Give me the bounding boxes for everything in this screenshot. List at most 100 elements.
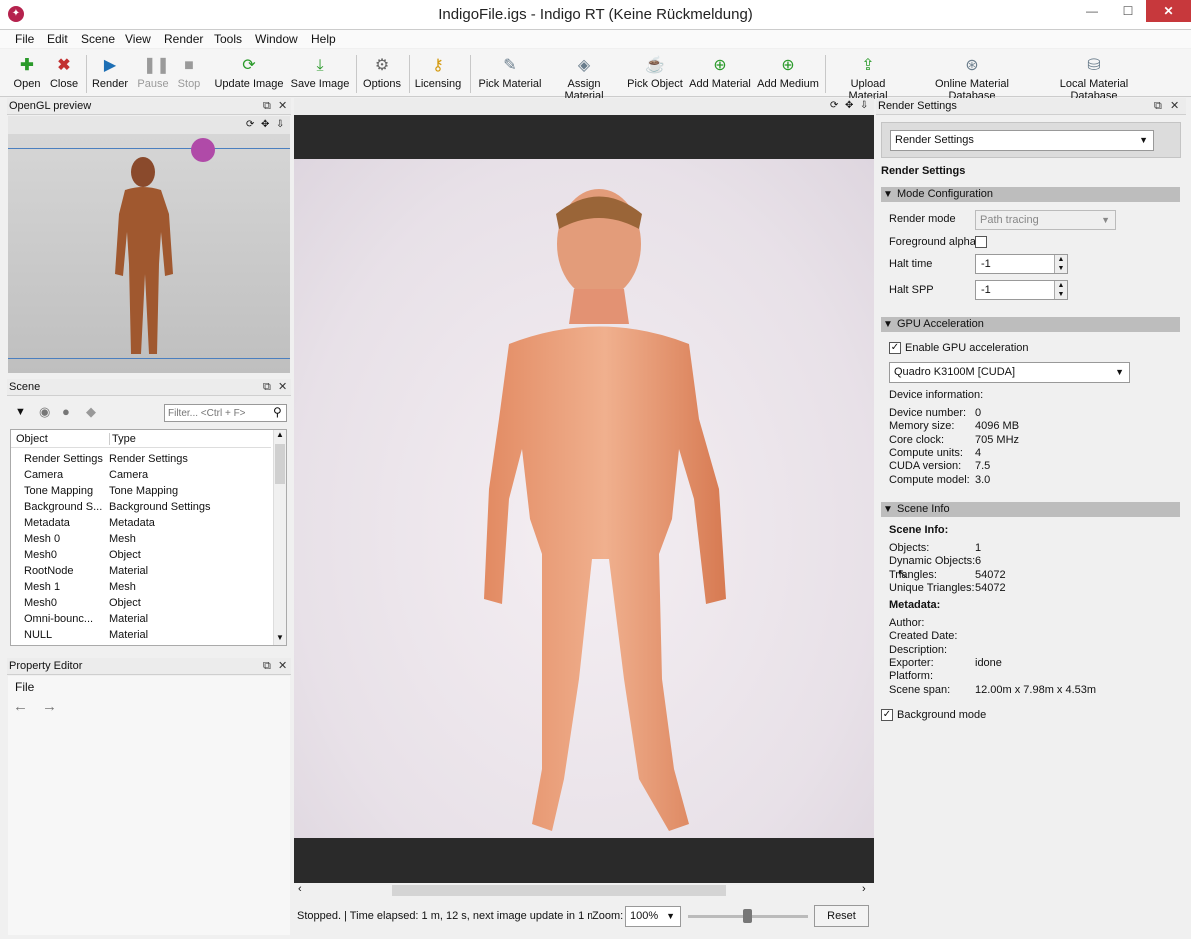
pick-object-button[interactable]: ☕ Pick Object (626, 53, 684, 95)
camera-icon[interactable]: ◉ (39, 404, 50, 420)
reset-button[interactable]: Reset (814, 905, 869, 927)
tree-row[interactable]: RootNode Material (24, 563, 272, 579)
tree-scrollbar[interactable]: ▲ ▼ (273, 430, 286, 645)
render-horizontal-scrollbar[interactable]: ‹ › (294, 883, 874, 898)
render-button[interactable]: ▶ Render (90, 53, 130, 95)
menu-render[interactable]: Render (164, 32, 203, 46)
add-material-icon: ⊕ (713, 57, 727, 74)
scroll-up-icon[interactable]: ▲ (276, 430, 284, 439)
pick-material-button[interactable]: ✎ Pick Material (478, 53, 542, 95)
column-type[interactable]: Type (109, 433, 136, 445)
scroll-thumb[interactable] (392, 885, 726, 896)
gpu-acceleration-section[interactable]: GPU Acceleration (881, 317, 1180, 332)
background-mode-checkbox[interactable]: ✓ (881, 709, 893, 721)
pause-label: Pause (137, 78, 169, 90)
zoom-icon[interactable]: ⇩ (860, 100, 868, 111)
zoom-icon[interactable]: ⇩ (276, 119, 284, 130)
scroll-right-icon[interactable]: › (862, 883, 866, 895)
minimize-button[interactable]: — (1074, 0, 1110, 22)
close-panel-icon[interactable]: ✕ (278, 658, 287, 675)
add-medium-button[interactable]: ⊕ Add Medium (757, 53, 819, 95)
mode-configuration-section[interactable]: Mode Configuration (881, 187, 1180, 202)
zoom-select[interactable]: 100% ▼ (625, 906, 681, 927)
cube-icon[interactable]: ◆ (86, 404, 96, 420)
scene-filter-input[interactable] (164, 404, 287, 422)
menu-tools[interactable]: Tools (214, 32, 242, 46)
move-icon[interactable]: ✥ (845, 100, 853, 111)
rotate-icon[interactable]: ⟳ (830, 100, 838, 111)
scroll-left-icon[interactable]: ‹ (298, 883, 302, 895)
scene-info-section[interactable]: Scene Info (881, 502, 1180, 517)
zoom-slider-handle[interactable] (743, 909, 752, 923)
material-icon[interactable]: ● (62, 404, 70, 419)
close-window-button[interactable]: ✕ (1146, 0, 1191, 22)
rendered-image[interactable] (294, 159, 874, 838)
spin-arrows-icon[interactable]: ▲ ▼ (1054, 255, 1067, 273)
scroll-thumb[interactable] (275, 444, 285, 484)
close-panel-icon[interactable]: ✕ (1170, 98, 1179, 115)
light-gizmo[interactable] (191, 138, 215, 162)
halt-time-spinbox[interactable]: -1 ▲ ▼ (975, 254, 1068, 274)
open-button[interactable]: ✚ Open (10, 53, 44, 95)
back-arrow-icon[interactable]: ← (13, 698, 28, 715)
pause-button[interactable]: ❚❚ Pause (135, 53, 171, 95)
gpu-device-select[interactable]: Quadro K3100M [CUDA] ▼ (889, 362, 1130, 383)
menu-view[interactable]: View (125, 32, 151, 46)
save-image-button[interactable]: ⤓ Save Image (289, 53, 351, 95)
maximize-button[interactable]: ☐ (1110, 0, 1146, 22)
stop-button[interactable]: ■ Stop (174, 53, 204, 95)
tree-row[interactable]: Omni-bounc... Material (24, 611, 272, 627)
tree-row[interactable]: Mesh0 Object (24, 547, 272, 563)
tree-row[interactable]: Background S... Background Settings (24, 499, 272, 515)
close-button[interactable]: ✖ Close (47, 53, 81, 95)
device-information-label: Device information: (889, 389, 984, 401)
tree-row[interactable]: Camera Camera (24, 467, 272, 483)
menu-edit[interactable]: Edit (47, 32, 68, 46)
background-mode-label: Background mode (897, 709, 987, 721)
render-mode-select[interactable]: Path tracing ▼ (975, 210, 1116, 230)
tree-row[interactable]: Mesh 1 Mesh (24, 579, 272, 595)
float-icon[interactable]: ⧉ (263, 98, 271, 115)
menu-scene[interactable]: Scene (81, 32, 115, 46)
menu-file[interactable]: File (15, 32, 34, 46)
add-material-button[interactable]: ⊕ Add Material (689, 53, 751, 95)
scene-tree[interactable]: Object Type Render Settings Render Settin… (10, 429, 287, 646)
tree-row[interactable]: Tone Mapping Tone Mapping (24, 483, 272, 499)
column-object[interactable]: Object (16, 433, 48, 445)
enable-gpu-checkbox[interactable]: ✓ (889, 342, 901, 354)
float-icon[interactable]: ⧉ (263, 658, 271, 675)
online-material-database-button[interactable]: ⊛ Online Material Database (912, 53, 1032, 102)
render-settings-select[interactable]: Render Settings ▼ (890, 130, 1154, 151)
property-file-menu[interactable]: File (15, 680, 34, 694)
tree-row[interactable]: NULL Material (24, 627, 272, 643)
tree-row[interactable]: Mesh 0 Mesh (24, 531, 272, 547)
move-icon[interactable]: ✥ (261, 119, 269, 130)
halt-spp-spinbox[interactable]: -1 ▲ ▼ (975, 280, 1068, 300)
float-icon[interactable]: ⧉ (263, 379, 271, 396)
forward-arrow-icon[interactable]: → (42, 698, 57, 715)
assign-material-button[interactable]: ◈ Assign Material (547, 53, 621, 102)
opengl-viewport[interactable] (8, 134, 290, 373)
tree-row-object: NULL (24, 629, 53, 641)
spin-arrows-icon[interactable]: ▲ ▼ (1054, 281, 1067, 299)
upload-material-button[interactable]: ⇪ Upload Material (830, 53, 906, 102)
metadata-label: Scene span: (889, 683, 951, 696)
scroll-down-icon[interactable]: ▼ (276, 633, 284, 642)
foreground-alpha-checkbox[interactable] (975, 236, 987, 248)
close-panel-icon[interactable]: ✕ (278, 379, 287, 396)
licensing-button[interactable]: ⚷ Licensing (413, 53, 463, 95)
paint-bucket-icon: ◈ (577, 57, 591, 74)
menu-window[interactable]: Window (255, 32, 298, 46)
pick-object-label: Pick Object (627, 78, 683, 90)
tree-row[interactable]: Metadata Metadata (24, 515, 272, 531)
options-button[interactable]: ⚙ Options (361, 53, 403, 95)
expand-triangle-icon[interactable]: ▼ (15, 406, 26, 418)
menu-help[interactable]: Help (311, 32, 336, 46)
close-panel-icon[interactable]: ✕ (278, 98, 287, 115)
rotate-icon[interactable]: ⟳ (246, 119, 254, 130)
float-icon[interactable]: ⧉ (1154, 98, 1162, 115)
tree-row[interactable]: Render Settings Render Settings (24, 451, 272, 467)
update-image-button[interactable]: ⟳ Update Image (214, 53, 284, 95)
tree-row[interactable]: Mesh0 Object (24, 595, 272, 611)
local-material-database-button[interactable]: ⛁ Local Material Database (1037, 53, 1151, 102)
